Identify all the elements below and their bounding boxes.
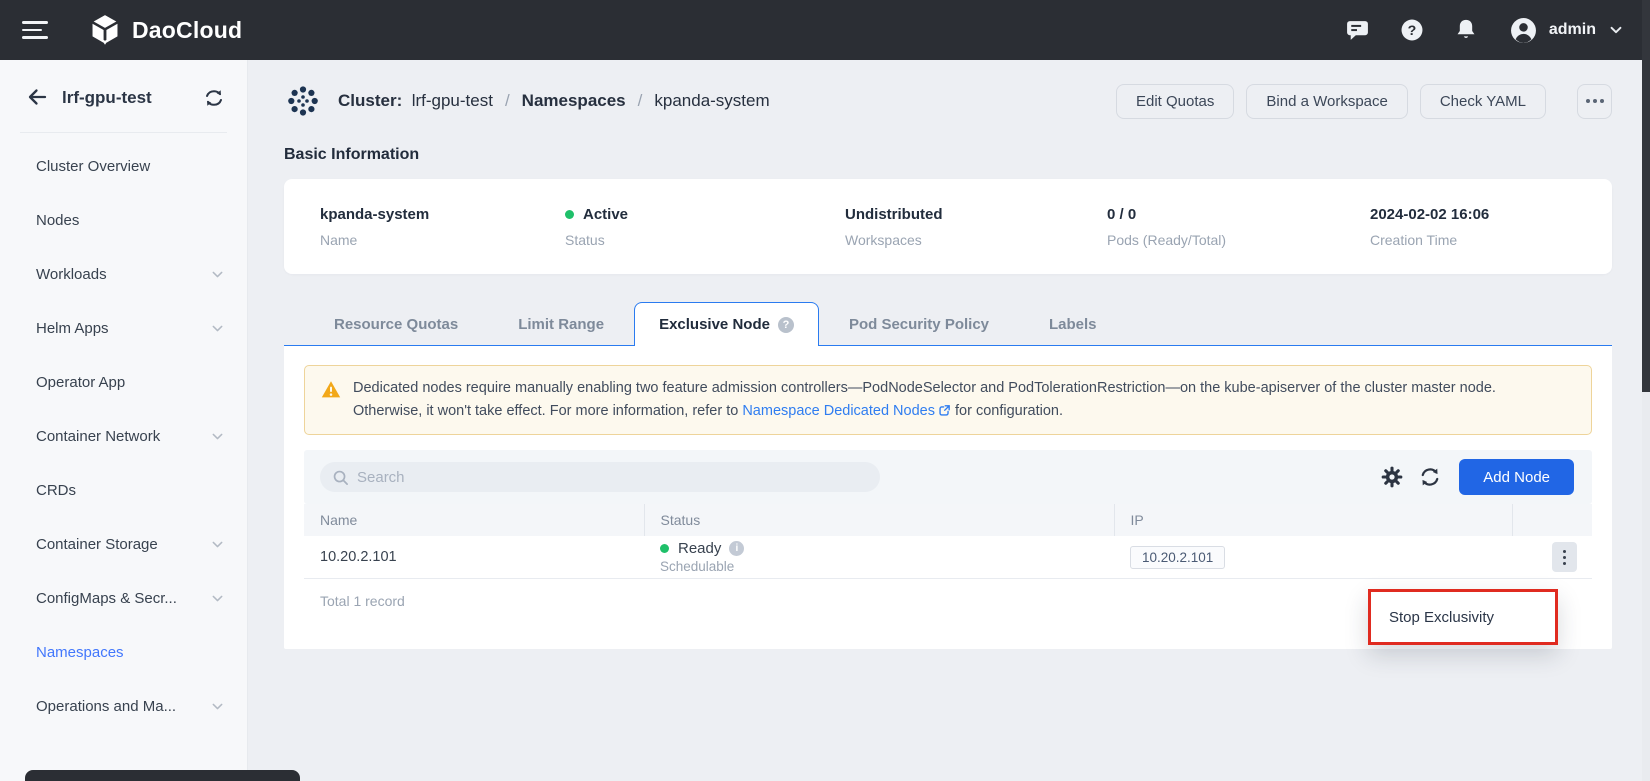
warning-icon: [321, 380, 341, 399]
tab-limit-range[interactable]: Limit Range: [488, 302, 634, 346]
chevron-down-icon: [210, 591, 225, 606]
cluster-icon: [284, 82, 322, 120]
tab-pod-security-policy[interactable]: Pod Security Policy: [819, 302, 1019, 346]
ready-status-dot: [660, 544, 669, 553]
chevron-down-icon: [210, 321, 225, 336]
breadcrumb-current: kpanda-system: [654, 91, 769, 111]
node-name-cell[interactable]: 10.20.2.101: [304, 536, 644, 578]
info-field-name: kpanda-system Name: [320, 206, 565, 248]
tab-resource-quotas[interactable]: Resource Quotas: [304, 302, 488, 346]
sidebar-item-operations[interactable]: Operations and Ma...: [0, 679, 247, 733]
more-actions-button[interactable]: [1577, 84, 1612, 119]
sidebar-item-cluster-overview[interactable]: Cluster Overview: [0, 139, 247, 193]
page-scrollbar[interactable]: [1642, 0, 1650, 781]
edit-quotas-button[interactable]: Edit Quotas: [1116, 84, 1234, 119]
ip-tag: 10.20.2.101: [1130, 546, 1225, 569]
basic-info-card: kpanda-system Name Active Status Undistr…: [284, 179, 1612, 274]
column-header-actions: [1512, 504, 1592, 536]
sidebar-item-configmaps-secrets[interactable]: ConfigMaps & Secr...: [0, 571, 247, 625]
sidebar-item-nodes[interactable]: Nodes: [0, 193, 247, 247]
row-actions-kebab-button[interactable]: [1552, 542, 1577, 572]
breadcrumb-row: Cluster: lrf-gpu-test / Namespaces / kpa…: [284, 82, 1612, 120]
sidebar-bottom-bar: [25, 770, 300, 781]
tab-help-icon[interactable]: ?: [778, 317, 794, 333]
chevron-down-icon: [210, 537, 225, 552]
column-header-status: Status: [644, 504, 1114, 536]
help-icon[interactable]: ?: [1400, 18, 1424, 42]
sidebar-item-namespaces[interactable]: Namespaces: [0, 625, 247, 679]
stop-exclusivity-menu-item[interactable]: Stop Exclusivity: [1371, 609, 1555, 626]
row-actions-menu: Stop Exclusivity: [1368, 589, 1558, 645]
search-input[interactable]: [357, 469, 868, 486]
node-toolbar: Add Node: [304, 450, 1592, 504]
svg-text:?: ?: [1408, 23, 1417, 39]
topbar: DaoCloud ?: [0, 0, 1650, 60]
brand-name: DaoCloud: [132, 17, 242, 44]
sidebar: lrf-gpu-test Cluster Overview Nodes Work…: [0, 60, 248, 781]
basic-info-title: Basic Information: [284, 146, 1612, 164]
column-header-name: Name: [304, 504, 644, 536]
scrollbar-thumb[interactable]: [1642, 0, 1650, 392]
dedicated-nodes-link[interactable]: Namespace Dedicated Nodes: [742, 403, 935, 419]
check-yaml-button[interactable]: Check YAML: [1420, 84, 1546, 119]
status-dot: [565, 210, 574, 219]
sidebar-cluster-name: lrf-gpu-test: [62, 88, 203, 108]
notifications-bell-icon[interactable]: [1454, 18, 1478, 43]
add-node-button[interactable]: Add Node: [1459, 459, 1574, 495]
table-row: 10.20.2.101 Ready i Schedulable 10.20.2.…: [304, 536, 1592, 578]
node-status-cell: Ready i Schedulable: [644, 536, 1114, 578]
back-arrow-icon[interactable]: [24, 86, 48, 110]
table-header-row: Name Status IP: [304, 504, 1592, 536]
node-table: Name Status IP 10.20.2.101 Ready i: [304, 504, 1592, 579]
tab-bar: Resource Quotas Limit Range Exclusive No…: [284, 302, 1612, 346]
settings-gear-icon[interactable]: [1381, 466, 1403, 488]
avatar: [1510, 17, 1537, 44]
chevron-down-icon: [210, 699, 225, 714]
search-icon: [332, 469, 349, 486]
search-box[interactable]: [320, 462, 880, 492]
chevron-down-icon: [210, 429, 225, 444]
schedulable-label: Schedulable: [660, 559, 1114, 574]
breadcrumb-prefix: Cluster:: [338, 91, 402, 111]
breadcrumb-namespaces[interactable]: Namespaces: [522, 91, 626, 111]
info-field-creation-time: 2024-02-02 16:06 Creation Time: [1370, 206, 1489, 248]
breadcrumb-cluster[interactable]: lrf-gpu-test: [412, 91, 493, 111]
sidebar-divider: [20, 132, 227, 133]
refresh-icon[interactable]: [1419, 466, 1441, 488]
external-link-icon[interactable]: [938, 404, 951, 417]
bind-workspace-button[interactable]: Bind a Workspace: [1246, 84, 1407, 119]
chevron-down-icon: [1608, 22, 1624, 38]
sidebar-item-crds[interactable]: CRDs: [0, 463, 247, 517]
switch-cluster-icon[interactable]: [203, 87, 225, 109]
sidebar-item-container-storage[interactable]: Container Storage: [0, 517, 247, 571]
info-field-status: Active Status: [565, 206, 845, 248]
sidebar-item-helm-apps[interactable]: Helm Apps: [0, 301, 247, 355]
main-content: Cluster: lrf-gpu-test / Namespaces / kpa…: [249, 60, 1642, 781]
sidebar-menu: Cluster Overview Nodes Workloads Helm Ap…: [0, 139, 247, 733]
info-field-workspaces: Undistributed Workspaces: [845, 206, 1107, 248]
info-icon[interactable]: i: [729, 541, 744, 556]
user-menu[interactable]: admin: [1510, 17, 1624, 44]
brand-logo: DaoCloud: [88, 13, 242, 47]
daocloud-cube-icon: [88, 13, 122, 47]
breadcrumb: Cluster: lrf-gpu-test / Namespaces / kpa…: [338, 91, 770, 111]
menu-icon[interactable]: [22, 21, 48, 39]
warning-banner: Dedicated nodes require manually enablin…: [304, 365, 1592, 435]
node-ip-cell: 10.20.2.101: [1114, 536, 1512, 578]
warning-text: Dedicated nodes require manually enablin…: [353, 377, 1503, 423]
sidebar-item-operator-app[interactable]: Operator App: [0, 355, 247, 409]
info-field-pods: 0 / 0 Pods (Ready/Total): [1107, 206, 1370, 248]
tab-labels[interactable]: Labels: [1019, 302, 1127, 346]
sidebar-item-workloads[interactable]: Workloads: [0, 247, 247, 301]
messages-icon[interactable]: [1345, 19, 1370, 42]
chevron-down-icon: [210, 267, 225, 282]
username-label: admin: [1549, 21, 1596, 39]
tab-exclusive-node[interactable]: Exclusive Node ?: [634, 302, 819, 346]
column-header-ip: IP: [1114, 504, 1512, 536]
sidebar-item-container-network[interactable]: Container Network: [0, 409, 247, 463]
node-actions-cell: [1512, 536, 1592, 578]
